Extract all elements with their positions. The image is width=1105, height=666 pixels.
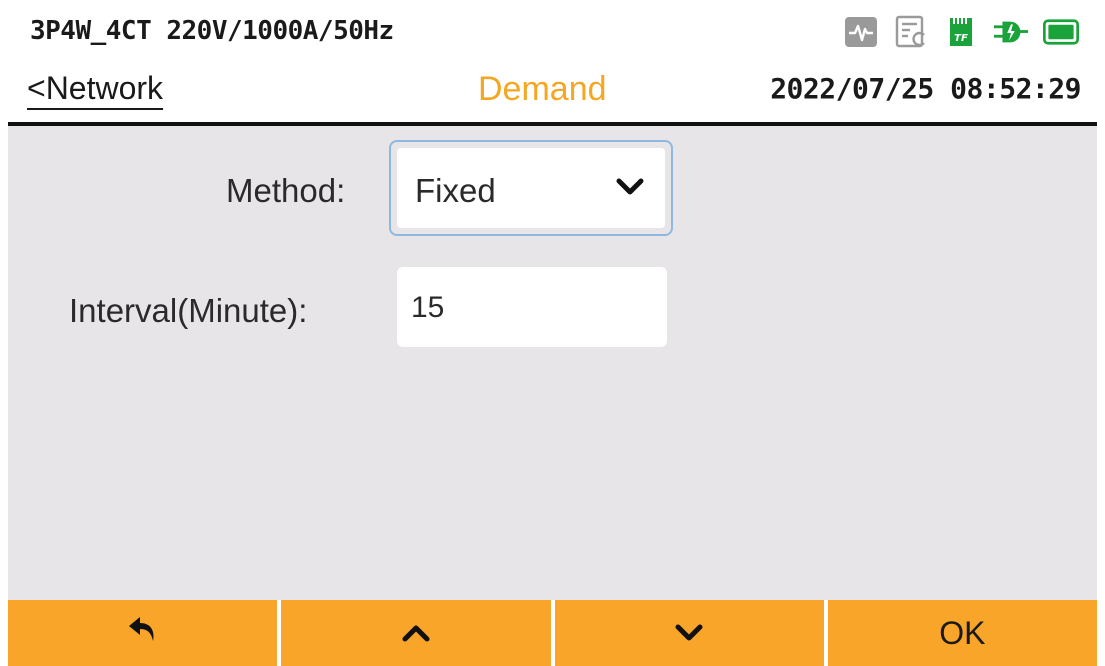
method-value: Fixed xyxy=(415,172,496,209)
form-area: Method: Fixed Interval(Minute): 15 xyxy=(8,126,1097,600)
footer-toolbar: OK xyxy=(8,600,1097,666)
ok-button[interactable]: OK xyxy=(827,600,1097,666)
svg-text:TF: TF xyxy=(954,33,968,44)
back-link-network[interactable]: <Network xyxy=(27,70,163,107)
waveform-icon xyxy=(843,15,879,49)
tf-card-icon: TF xyxy=(943,15,979,49)
back-arrow-icon xyxy=(126,614,160,652)
battery-icon xyxy=(1043,15,1079,49)
method-select-box[interactable]: Fixed xyxy=(397,148,665,228)
chevron-down-icon xyxy=(615,176,645,202)
chevron-up-icon xyxy=(401,615,431,652)
header: 3P4W_4CT 220V/1000A/50Hz TF <Network Dem… xyxy=(8,0,1097,124)
back-button[interactable] xyxy=(8,600,278,666)
status-icons: TF xyxy=(843,12,1079,52)
demand-screen: 3P4W_4CT 220V/1000A/50Hz TF <Network Dem… xyxy=(0,0,1105,666)
page-title: Demand xyxy=(478,70,607,108)
interval-input[interactable]: 15 xyxy=(397,267,667,347)
chevron-down-icon xyxy=(674,615,704,652)
interval-label: Interval(Minute): xyxy=(69,292,308,329)
wiring-config: 3P4W_4CT 220V/1000A/50Hz xyxy=(30,16,394,46)
method-select[interactable]: Fixed xyxy=(389,140,673,236)
down-button[interactable] xyxy=(554,600,824,666)
power-plug-icon xyxy=(993,15,1029,49)
interval-value: 15 xyxy=(411,291,445,324)
datetime: 2022/07/25 08:52:29 xyxy=(770,72,1081,105)
method-label: Method: xyxy=(226,172,346,209)
up-button[interactable] xyxy=(281,600,551,666)
recording-icon xyxy=(893,15,929,49)
